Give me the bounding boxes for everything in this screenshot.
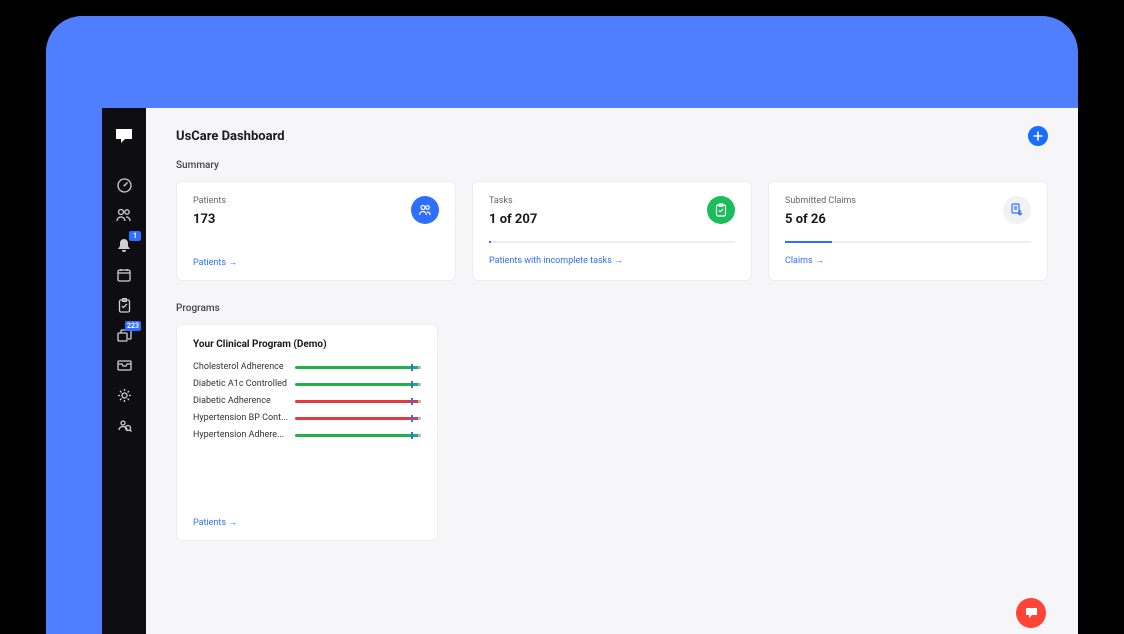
main-content: UsCare Dashboard Summary Patients 173: [146, 108, 1078, 634]
sidebar: 1 223: [102, 108, 146, 634]
programs-section-label: Programs: [176, 303, 1048, 314]
programs-row: Your Clinical Program (Demo) Cholesterol…: [176, 324, 1048, 541]
sidebar-patients[interactable]: [102, 200, 146, 230]
patients-card: Patients 173 Patients →: [176, 181, 456, 281]
patients-icon: [411, 196, 439, 224]
chat-icon: [1024, 606, 1039, 620]
program-card: Your Clinical Program (Demo) Cholesterol…: [176, 324, 438, 541]
metric-row: Cholesterol Adherence: [193, 362, 421, 372]
metric-row: Hypertension Adhere...: [193, 430, 421, 440]
tasks-card: Tasks 1 of 207 Patients with incomplete …: [472, 181, 752, 281]
sidebar-screens[interactable]: 223: [102, 320, 146, 350]
app-window: 1 223 UsCare Dashboar: [102, 108, 1078, 634]
claims-progress: [785, 241, 1031, 243]
tasks-progress: [489, 241, 735, 243]
sidebar-dashboard[interactable]: [102, 170, 146, 200]
patients-card-label: Patients: [193, 196, 411, 206]
metric-label: Hypertension Adhere...: [193, 430, 289, 440]
claims-card-label: Submitted Claims: [785, 196, 1003, 206]
metric-bar: [295, 417, 421, 420]
page-title: UsCare Dashboard: [176, 129, 285, 144]
claims-card: Submitted Claims 5 of 26 Claims →: [768, 181, 1048, 281]
metric-bar: [295, 383, 421, 386]
add-button[interactable]: [1028, 126, 1048, 146]
program-patients-link[interactable]: Patients →: [193, 517, 421, 528]
claims-card-value: 5 of 26: [785, 212, 1003, 227]
metrics-list: Cholesterol Adherence Diabetic A1c Contro…: [193, 362, 421, 447]
sidebar-settings[interactable]: [102, 380, 146, 410]
sidebar-search-user[interactable]: [102, 410, 146, 440]
metric-row: Hypertension BP Cont...: [193, 413, 421, 423]
metric-label: Cholesterol Adherence: [193, 362, 289, 372]
metric-label: Diabetic Adherence: [193, 396, 289, 406]
patients-link[interactable]: Patients →: [193, 257, 439, 268]
metric-row: Diabetic Adherence: [193, 396, 421, 406]
patients-card-value: 173: [193, 212, 411, 227]
chat-fab[interactable]: [1016, 598, 1046, 628]
logo-icon[interactable]: [102, 116, 146, 156]
notification-badge: 1: [129, 231, 141, 241]
summary-row: Patients 173 Patients → Tasks 1 of 207: [176, 181, 1048, 281]
sidebar-notifications[interactable]: 1: [102, 230, 146, 260]
tasks-icon: [707, 196, 735, 224]
metric-bar: [295, 434, 421, 437]
claims-icon: [1003, 196, 1031, 224]
metric-bar: [295, 400, 421, 403]
page-header: UsCare Dashboard: [176, 126, 1048, 146]
metric-bar: [295, 366, 421, 369]
tasks-card-label: Tasks: [489, 196, 707, 206]
summary-section-label: Summary: [176, 160, 1048, 171]
program-title: Your Clinical Program (Demo): [193, 339, 421, 350]
claims-link[interactable]: Claims →: [785, 255, 1031, 266]
sidebar-calendar[interactable]: [102, 260, 146, 290]
tasks-card-value: 1 of 207: [489, 212, 707, 227]
metric-label: Hypertension BP Cont...: [193, 413, 289, 423]
sidebar-tasks[interactable]: [102, 290, 146, 320]
screens-badge: 223: [125, 321, 141, 331]
plus-icon: [1033, 131, 1043, 141]
sidebar-inbox[interactable]: [102, 350, 146, 380]
tasks-link[interactable]: Patients with incomplete tasks →: [489, 255, 735, 266]
outer-frame: 1 223 UsCare Dashboar: [46, 16, 1078, 634]
metric-label: Diabetic A1c Controlled: [193, 379, 289, 389]
metric-row: Diabetic A1c Controlled: [193, 379, 421, 389]
